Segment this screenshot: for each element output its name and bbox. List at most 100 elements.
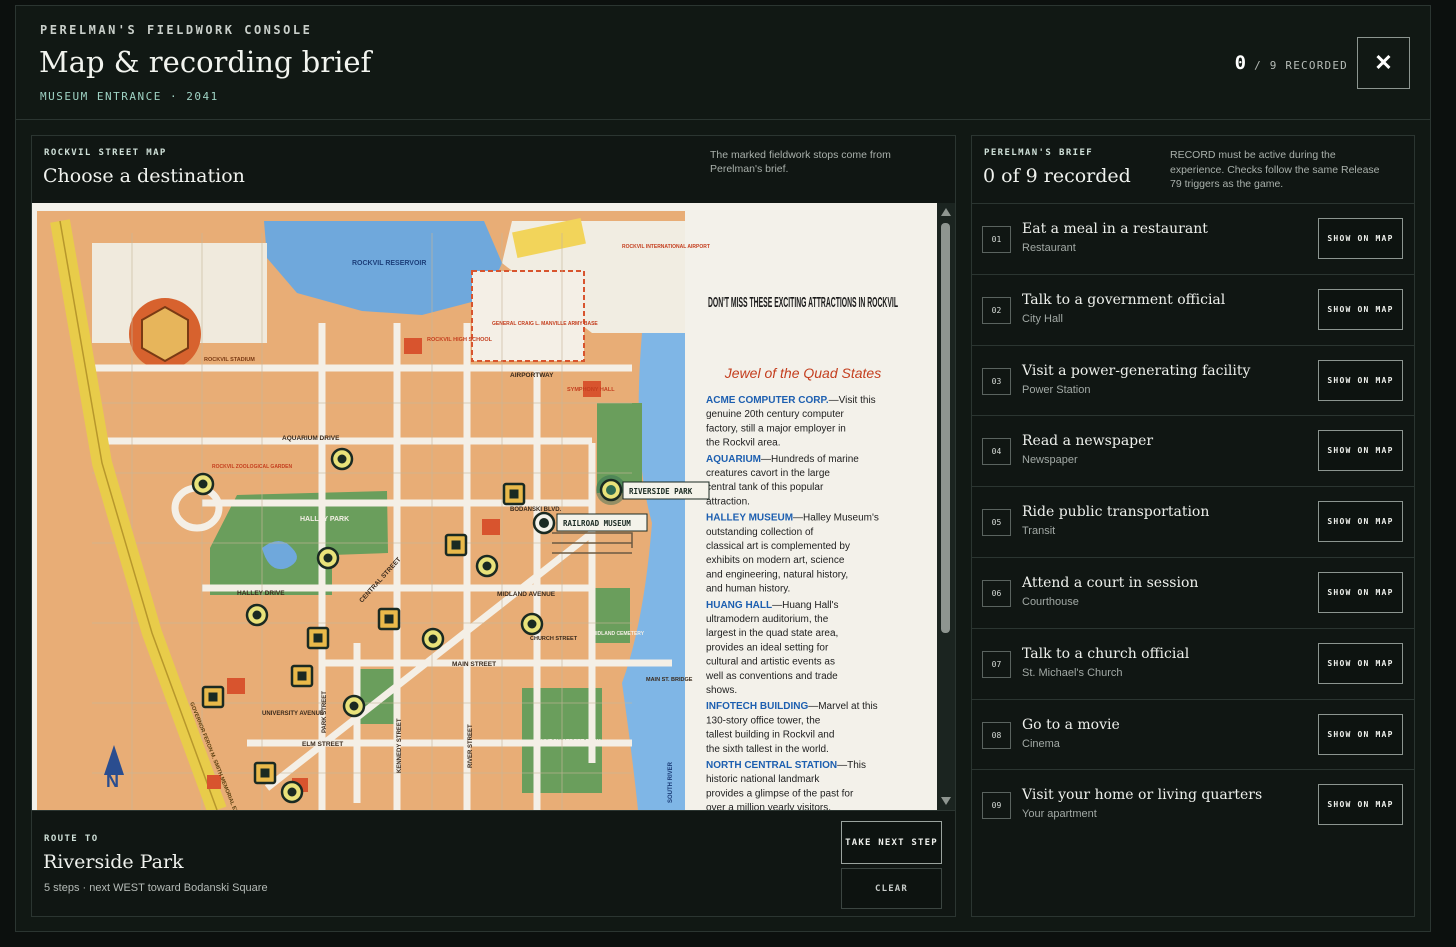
console-window: PERELMAN'S FIELDWORK CONSOLE Map & recor… xyxy=(15,5,1431,932)
street-map[interactable]: N ROCKVIL RESERVOIR ROCKVIL INTERNATIONA… xyxy=(32,203,937,810)
stop-pin-dot xyxy=(482,561,492,571)
brief-item-place: Power Station xyxy=(1022,383,1091,396)
show-on-map-button[interactable]: SHOW ON MAP xyxy=(1318,713,1403,755)
label-main-street: MAIN STREET xyxy=(452,661,496,668)
label-south-river: SOUTH RIVER xyxy=(668,761,674,803)
label-halley-park: HALLEY PARK xyxy=(300,516,349,523)
brief-item-title: Talk to a church official xyxy=(1022,645,1190,662)
show-on-map-button[interactable]: SHOW ON MAP xyxy=(1318,430,1403,472)
close-icon: ✕ xyxy=(1374,50,1393,75)
label-elm-street: ELM STREET xyxy=(302,741,343,748)
label-army-base: GENERAL CRAIG L. MANVILLE ARMY BASE xyxy=(492,321,598,327)
map-viewport[interactable]: N ROCKVIL RESERVOIR ROCKVIL INTERNATIONA… xyxy=(32,203,955,810)
brochure-line: exhibits on modern art, science xyxy=(706,555,845,566)
brief-item-title: Talk to a government official xyxy=(1022,291,1226,308)
label-halley-drive: HALLEY DRIVE xyxy=(237,590,285,597)
label-bodanski: BODANSKI BLVD. xyxy=(510,507,562,513)
label-zoo: ROCKVIL ZOOLOGICAL GARDEN xyxy=(212,464,292,470)
brief-item: 06 Attend a court in session Courthouse SHO… xyxy=(972,557,1414,628)
show-on-map-button[interactable]: SHOW ON MAP xyxy=(1318,288,1403,330)
stop-square-pin-dot xyxy=(384,614,394,624)
brief-item-number: 01 xyxy=(982,226,1011,253)
brochure-line: classical art is complemented by xyxy=(706,541,850,552)
show-on-map-button[interactable]: SHOW ON MAP xyxy=(1318,359,1403,401)
take-next-step-button[interactable]: TAKE NEXT STEP xyxy=(841,821,942,864)
brief-item-title: Eat a meal in a restaurant xyxy=(1022,221,1208,237)
brief-item-number: 03 xyxy=(982,367,1011,395)
brochure-line: INFOTECH BUILDING—Marvel at this xyxy=(706,701,878,712)
brief-item-number: 05 xyxy=(982,509,1011,537)
recorded-counter: 0 / 9 RECORDED xyxy=(1235,52,1348,74)
recorded-total: / 9 RECORDED xyxy=(1254,59,1348,72)
brochure-line: the sixth tallest in the world. xyxy=(706,744,829,755)
map-scrollbar[interactable] xyxy=(937,203,955,810)
brief-item-title: Visit your home or living quarters xyxy=(1022,787,1263,804)
label-university-avenue: UNIVERSITY AVENUE xyxy=(262,711,324,717)
brief-item-number: 02 xyxy=(982,296,1011,324)
brief-title: 0 of 9 recorded xyxy=(983,165,1131,187)
brief-item-place: Transit xyxy=(1022,525,1056,538)
brief-item: 04 Read a newspaper Newspaper SHOW ON MAP xyxy=(972,415,1414,486)
stop-pin-dot xyxy=(198,479,208,489)
brief-item: 02 Talk to a government official City Hall… xyxy=(972,273,1414,345)
brief-item-number: 04 xyxy=(982,438,1011,466)
brochure-line: provides an ideal setting for xyxy=(706,642,829,653)
brochure-line: NORTH CENTRAL STATION—This xyxy=(706,760,866,771)
console-kicker: PERELMAN'S FIELDWORK CONSOLE xyxy=(40,23,313,37)
brief-item-title: Visit a power-generating facility xyxy=(1022,362,1251,379)
brochure-line: cultural and artistic events as xyxy=(706,657,835,668)
route-kicker: ROUTE TO xyxy=(44,834,99,844)
route-destination: Riverside Park xyxy=(43,851,184,873)
brief-item-place: Cinema xyxy=(1022,737,1060,750)
map-panel-title: Choose a destination xyxy=(43,165,245,187)
label-reservoir: ROCKVIL RESERVOIR xyxy=(352,260,426,267)
brief-item: 05 Ride public transportation Transit SHOW … xyxy=(972,486,1414,557)
stop-square-pin-dot xyxy=(260,768,270,778)
label-high-school: ROCKVIL HIGH SCHOOL xyxy=(427,337,493,343)
brief-item: 01 Eat a meal in a restaurant Restaurant SH… xyxy=(972,203,1414,274)
show-on-map-button[interactable]: SHOW ON MAP xyxy=(1318,501,1403,543)
clear-button[interactable]: CLEAR xyxy=(841,868,942,909)
stop-pin-dot xyxy=(428,634,438,644)
brief-item-number: 07 xyxy=(982,650,1011,678)
brochure-line: HALLEY MUSEUM—Halley Museum's xyxy=(706,513,879,524)
stop-pin-dot xyxy=(287,787,297,797)
stop-pin-dot xyxy=(337,454,347,464)
recorded-count: 0 xyxy=(1234,52,1247,74)
show-on-map-button[interactable]: SHOW ON MAP xyxy=(1318,572,1403,613)
brochure-line: provides a glimpse of the past for xyxy=(706,788,854,799)
brochure-line: historic national landmark xyxy=(706,774,820,785)
brochure-line: ACME COMPUTER CORP.—Visit this xyxy=(706,395,876,406)
map-panel-note: The marked fieldwork stops come from Per… xyxy=(710,149,891,175)
brief-item-number: 09 xyxy=(982,792,1011,820)
close-button[interactable]: ✕ xyxy=(1357,37,1410,89)
brief-item-place: Newspaper xyxy=(1022,454,1078,467)
brochure-line: 130-story office tower, the xyxy=(706,715,821,726)
brochure-line: central tank of this popular xyxy=(706,482,824,493)
location-subtitle: MUSEUM ENTRANCE · 2041 xyxy=(40,90,219,103)
brochure-tagline: Jewel of the Quad States xyxy=(724,365,881,381)
show-on-map-button[interactable]: SHOW ON MAP xyxy=(1318,784,1403,826)
stop-pin-dot xyxy=(252,610,262,620)
label-main-st-bridge: MAIN ST. BRIDGE xyxy=(646,677,693,683)
brief-item-place: Your apartment xyxy=(1022,808,1097,821)
brief-note: RECORD must be active during the experie… xyxy=(1170,149,1380,190)
riverside-park-label: RIVERSIDE PARK xyxy=(629,487,693,496)
label-symphony: SYMPHONY HALL xyxy=(567,387,615,393)
brochure-line: HUANG HALL—Huang Hall's xyxy=(706,600,839,611)
label-church-street: CHURCH STREET xyxy=(530,636,578,642)
scroll-thumb[interactable] xyxy=(941,223,950,633)
show-on-map-button[interactable]: SHOW ON MAP xyxy=(1318,218,1403,259)
scroll-down-icon[interactable] xyxy=(941,797,951,805)
brief-item: 08 Go to a movie Cinema SHOW ON MAP xyxy=(972,698,1414,770)
stop-pin-dot xyxy=(527,619,537,629)
stop-square-pin-dot xyxy=(313,633,323,643)
page-title: Map & recording brief xyxy=(39,45,372,79)
label-airport: ROCKVIL INTERNATIONAL AIRPORT xyxy=(622,244,710,250)
railroad-museum-pin[interactable]: RAILROAD MUSEUM xyxy=(532,511,648,535)
brochure-line: attraction. xyxy=(706,496,750,507)
brief-item-number: 06 xyxy=(982,580,1011,607)
show-on-map-button[interactable]: SHOW ON MAP xyxy=(1318,642,1403,684)
label-park-street: PARK STREET xyxy=(322,691,328,733)
scroll-up-icon[interactable] xyxy=(941,208,951,216)
